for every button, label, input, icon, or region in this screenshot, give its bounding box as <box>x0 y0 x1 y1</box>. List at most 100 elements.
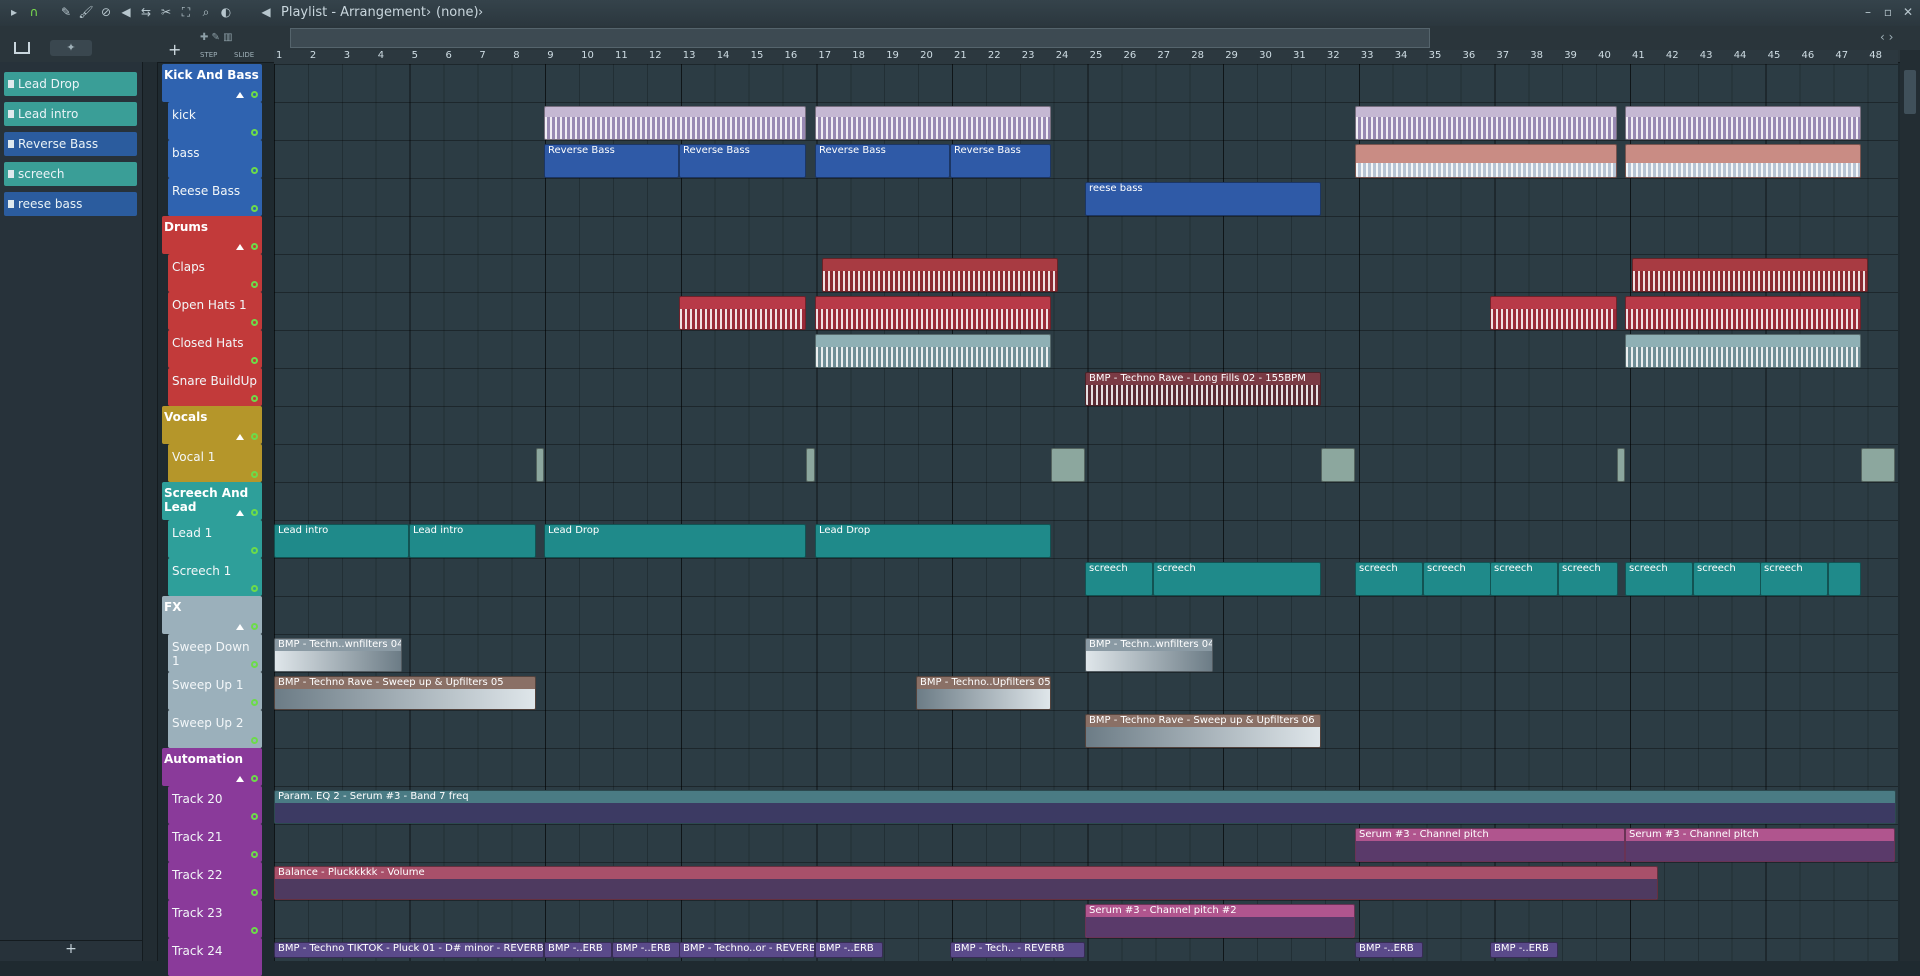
collapse-arrow-icon[interactable] <box>236 510 244 516</box>
track-header-closed-hats[interactable]: Closed Hats <box>168 330 262 368</box>
clip-automation-reverb[interactable]: BMP -..ERB <box>1355 942 1423 958</box>
clip-bass-audio[interactable] <box>1355 144 1617 178</box>
clip-screech[interactable]: screech <box>1760 562 1828 596</box>
group-header-vocals[interactable]: Vocals <box>162 406 262 444</box>
pattern-arrow[interactable]: › <box>478 4 483 22</box>
slip-icon[interactable]: ⇆ <box>138 4 154 20</box>
clip-closed-hats[interactable] <box>1625 334 1861 368</box>
clip-vocal[interactable] <box>536 448 544 482</box>
brush-icon[interactable]: 🖌 <box>78 4 94 20</box>
browser-item-reverse-bass[interactable]: Reverse Bass <box>4 132 137 156</box>
track-header-track-24[interactable]: Track 24 <box>168 938 262 976</box>
clip-reverse-bass[interactable]: Reverse Bass <box>950 144 1051 178</box>
clip-vocal[interactable] <box>1617 448 1625 482</box>
arrow-left-icon[interactable]: ◀ <box>258 4 274 20</box>
clip-claps[interactable] <box>822 258 1058 292</box>
clip-open-hats[interactable] <box>1625 296 1861 330</box>
collapse-arrow-icon[interactable] <box>236 624 244 630</box>
browser-scrollbar[interactable] <box>143 62 158 961</box>
track-led-icon[interactable] <box>251 699 258 706</box>
select-icon[interactable]: ⛶ <box>178 4 194 20</box>
group-header-automation[interactable]: Automation <box>162 748 262 786</box>
browser-item-lead-intro[interactable]: Lead intro <box>4 102 137 126</box>
add-track-icon[interactable]: + <box>168 40 181 59</box>
track-led-icon[interactable] <box>251 357 258 364</box>
clip-automation-reverb[interactable]: BMP -..ERB <box>1490 942 1558 958</box>
lock-icon[interactable] <box>251 851 258 858</box>
clip-automation-reverb[interactable]: BMP - Techno TIKTOK - Pluck 01 - D# mino… <box>274 942 544 958</box>
collapse-arrow-icon[interactable] <box>236 434 244 440</box>
clip-sweep-down[interactable]: BMP - Techn..wnfilters 04 <box>1085 638 1213 672</box>
clip-vocal[interactable] <box>806 448 815 482</box>
group-header-fx[interactable]: FX <box>162 596 262 634</box>
magnet-icon[interactable]: ∩ <box>26 4 42 20</box>
clip-closed-hats[interactable] <box>815 334 1051 368</box>
browser-item-lead-drop[interactable]: Lead Drop <box>4 72 137 96</box>
track-led-icon[interactable] <box>251 243 258 250</box>
clip-kick[interactable] <box>544 106 806 140</box>
play-arrow-icon[interactable]: ▸ <box>6 4 22 20</box>
clip-claps[interactable] <box>1632 258 1868 292</box>
clip-open-hats[interactable] <box>679 296 806 330</box>
track-header-kick[interactable]: kick <box>168 102 262 140</box>
track-led-icon[interactable] <box>251 205 258 212</box>
track-header-track-22[interactable]: Track 22 <box>168 862 262 900</box>
clip-reverse-bass[interactable]: Reverse Bass <box>815 144 950 178</box>
clip-sweep-up[interactable]: BMP - Techno..Upfilters 05 <box>916 676 1051 710</box>
clip-reverse-bass[interactable]: Reverse Bass <box>679 144 806 178</box>
track-led-icon[interactable] <box>251 547 258 554</box>
track-led-icon[interactable] <box>251 91 258 98</box>
clip-automation-reverb[interactable]: BMP -..ERB <box>612 942 680 958</box>
clip-screech[interactable]: screech <box>1085 562 1153 596</box>
clip-sweep-up[interactable]: BMP - Techno Rave - Sweep up & Upfilters… <box>274 676 536 710</box>
clip-screech[interactable]: screech <box>1355 562 1423 596</box>
track-led-icon[interactable] <box>251 395 258 402</box>
clip-lead-intro[interactable]: Lead intro <box>274 524 409 558</box>
pattern-selector[interactable]: (none) <box>436 4 479 22</box>
clip-automation-reverb[interactable]: BMP - Tech.. - REVERB <box>950 942 1085 958</box>
clip-screech[interactable]: screech <box>1423 562 1491 596</box>
snap-icon[interactable]: ✦ <box>50 40 92 56</box>
lock-icon[interactable] <box>251 813 258 820</box>
clip-reese-bass[interactable]: reese bass <box>1085 182 1321 216</box>
clip-automation-eq[interactable]: Param. EQ 2 - Serum #3 - Band 7 freq <box>274 790 1896 824</box>
clip-kick[interactable] <box>815 106 1051 140</box>
track-header-reese-bass[interactable]: Reese Bass <box>168 178 262 216</box>
track-led-icon[interactable] <box>251 775 258 782</box>
clip-reverse-bass[interactable]: Reverse Bass <box>544 144 679 178</box>
track-header-lead-1[interactable]: Lead 1 <box>168 520 262 558</box>
clip-open-hats[interactable] <box>1490 296 1617 330</box>
group-header-screech-and-lead[interactable]: Screech And Lead <box>162 482 262 520</box>
track-led-icon[interactable] <box>251 129 258 136</box>
clip-lead-drop[interactable]: Lead Drop <box>815 524 1051 558</box>
track-led-icon[interactable] <box>251 471 258 478</box>
add-clip-button[interactable]: + <box>0 940 142 961</box>
track-led-icon[interactable] <box>251 661 258 668</box>
clip-automation-reverb[interactable]: BMP - Techno..or - REVERB <box>679 942 815 958</box>
close-icon[interactable]: ✕ <box>1900 4 1916 20</box>
clip-screech[interactable]: screech <box>1153 562 1321 596</box>
minimize-icon[interactable]: – <box>1860 4 1876 20</box>
track-header-screech-1[interactable]: Screech 1 <box>168 558 262 596</box>
overview-scrollbar[interactable] <box>290 28 1430 48</box>
playback-icon[interactable]: ◐ <box>218 4 234 20</box>
lock-icon[interactable] <box>251 927 258 934</box>
track-header-open-hats[interactable]: Open Hats 1 <box>168 292 262 330</box>
group-header-drums[interactable]: Drums <box>162 216 262 254</box>
clip-vocal[interactable] <box>1321 448 1355 482</box>
clip-screech[interactable]: screech <box>1558 562 1618 596</box>
track-led-icon[interactable] <box>251 509 258 516</box>
clip-sweep-down[interactable]: BMP - Techn..wnfilters 04 <box>274 638 402 672</box>
track-header-snare-buildup[interactable]: Snare BuildUp <box>168 368 262 406</box>
clip-screech[interactable]: screech <box>1490 562 1558 596</box>
collapse-arrow-icon[interactable] <box>236 92 244 98</box>
track-header-bass[interactable]: bass <box>168 140 262 178</box>
tools-icon[interactable]: ✚ ✎ ▥ <box>200 32 260 43</box>
scroll-arrows-icon[interactable]: ‹ › <box>1880 30 1893 44</box>
track-header-sweep-up-1[interactable]: Sweep Up 1 <box>168 672 262 710</box>
track-header-claps[interactable]: Claps <box>168 254 262 292</box>
clip-lead-drop[interactable]: Lead Drop <box>544 524 806 558</box>
clip-automation-balance[interactable]: Balance - Pluckkkkk - Volume <box>274 866 1658 900</box>
collapse-arrow-icon[interactable] <box>236 776 244 782</box>
clip-automation-pitch-2[interactable]: Serum #3 - Channel pitch #2 <box>1085 904 1355 938</box>
